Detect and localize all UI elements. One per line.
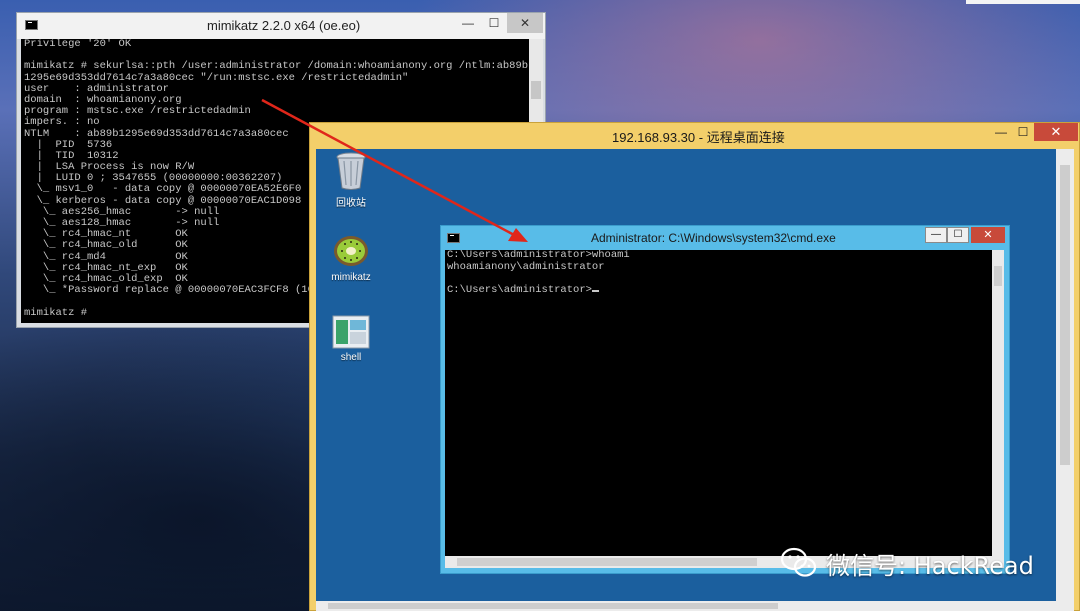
remote-desktop-window[interactable]: 192.168.93.30 - 远程桌面连接 — ☐ ✕ 回收站 mimikat… [309,122,1080,611]
window-edge [966,0,1080,4]
rdp-titlebar[interactable]: 192.168.93.30 - 远程桌面连接 — ☐ ✕ [310,123,1079,147]
mimikatz-titlebar[interactable]: mimikatz 2.2.0 x64 (oe.eo) — ☐ ✕ [17,13,545,39]
rdp-window-title: 192.168.93.30 - 远程桌面连接 [612,130,785,145]
kiwi-icon [334,236,368,266]
cmd-vertical-scroll-thumb[interactable] [994,266,1002,286]
cmd-maximize-button[interactable]: ☐ [947,227,969,243]
cmd-console-output[interactable]: C:\Users\administrator>whoami whoamianony… [445,250,992,556]
text-cursor [591,289,599,292]
desktop-icon-mimikatz[interactable]: mimikatz [316,233,386,283]
shell-app-icon [332,315,370,349]
cmd-window-title: Administrator: C:\Windows\system32\cmd.e… [591,231,836,245]
cmd-window[interactable]: Administrator: C:\Windows\system32\cmd.e… [440,225,1010,574]
rdp-vertical-scroll-thumb[interactable] [1060,165,1070,465]
mimikatz-minimize-button[interactable]: — [455,13,481,33]
watermark: 微信号: HackRead [780,546,1034,580]
rdp-horizontal-scroll-thumb[interactable] [328,603,778,609]
desktop-icon-recycle-bin[interactable]: 回收站 [316,151,386,209]
mimikatz-scroll-thumb[interactable] [531,81,541,99]
desktop-icon-label: 回收站 [336,198,366,209]
mimikatz-console-line: mimikatz # sekurlsa::pth /user:administr… [24,60,529,73]
mimikatz-console-line: Privilege '20' OK [24,39,132,50]
rdp-vertical-scrollbar[interactable] [1056,149,1074,601]
mimikatz-close-button[interactable]: ✕ [507,13,543,33]
rdp-horizontal-scrollbar[interactable] [316,601,1074,611]
console-icon [25,20,38,30]
wechat-logo-icon [780,547,817,577]
desktop-icon-label: shell [340,352,362,363]
cmd-minimize-button[interactable]: — [925,227,947,243]
cmd-vertical-scrollbar[interactable] [992,250,1004,556]
desktop-icon-label: mimikatz [331,272,371,283]
console-icon [447,233,460,243]
rdp-maximize-button[interactable]: ☐ [1012,123,1034,141]
desktop-icon-shell[interactable]: shell [316,315,386,363]
cmd-horizontal-scroll-thumb[interactable] [457,558,757,566]
mimikatz-maximize-button[interactable]: ☐ [481,13,507,33]
rdp-close-button[interactable]: ✕ [1034,123,1078,141]
cmd-console-line: C:\Users\administrator> [445,284,992,297]
mimikatz-window-title: mimikatz 2.2.0 x64 (oe.eo) [207,18,361,33]
cmd-close-button[interactable]: ✕ [971,227,1005,243]
watermark-text: 微信号: HackRead [826,551,1034,580]
recycle-bin-icon [336,152,366,190]
remote-desktop-area[interactable]: 回收站 mimikatz shell Administrator: C:\Win… [316,149,1056,601]
cmd-console-line: whoamianony\administrator [447,260,605,273]
cmd-console-line: C:\Users\administrator>whoami [447,250,630,261]
rdp-minimize-button[interactable]: — [990,123,1012,141]
cmd-console-line [445,273,992,285]
